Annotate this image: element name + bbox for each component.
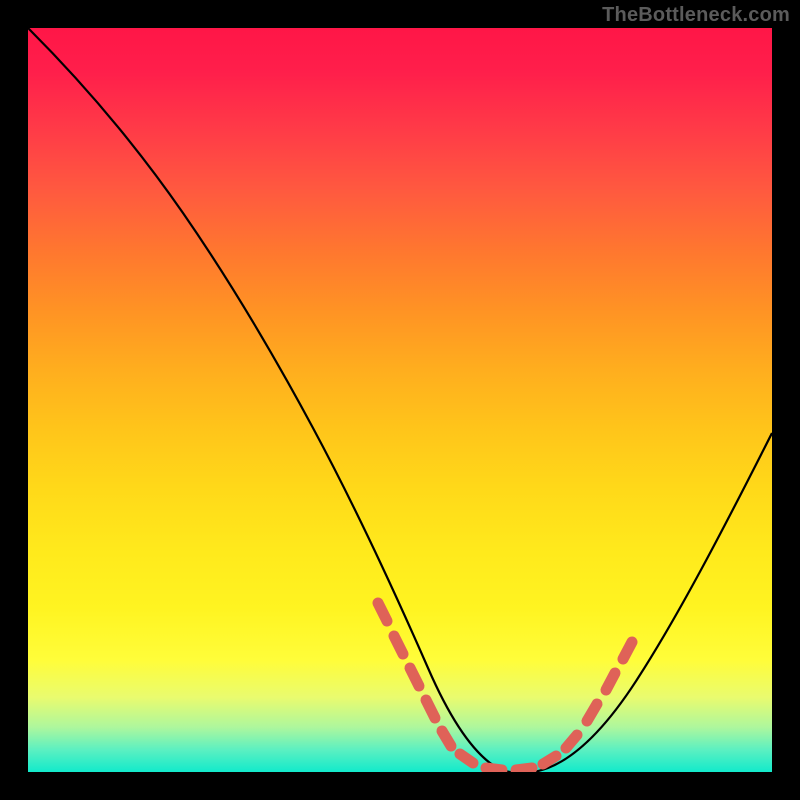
- watermark-text: TheBottleneck.com: [602, 4, 790, 27]
- curve-layer: [28, 28, 772, 772]
- valley-highlight: [378, 603, 632, 770]
- bottleneck-curve: [28, 28, 772, 772]
- plot-area: [28, 28, 772, 772]
- chart-frame: TheBottleneck.com: [0, 0, 800, 800]
